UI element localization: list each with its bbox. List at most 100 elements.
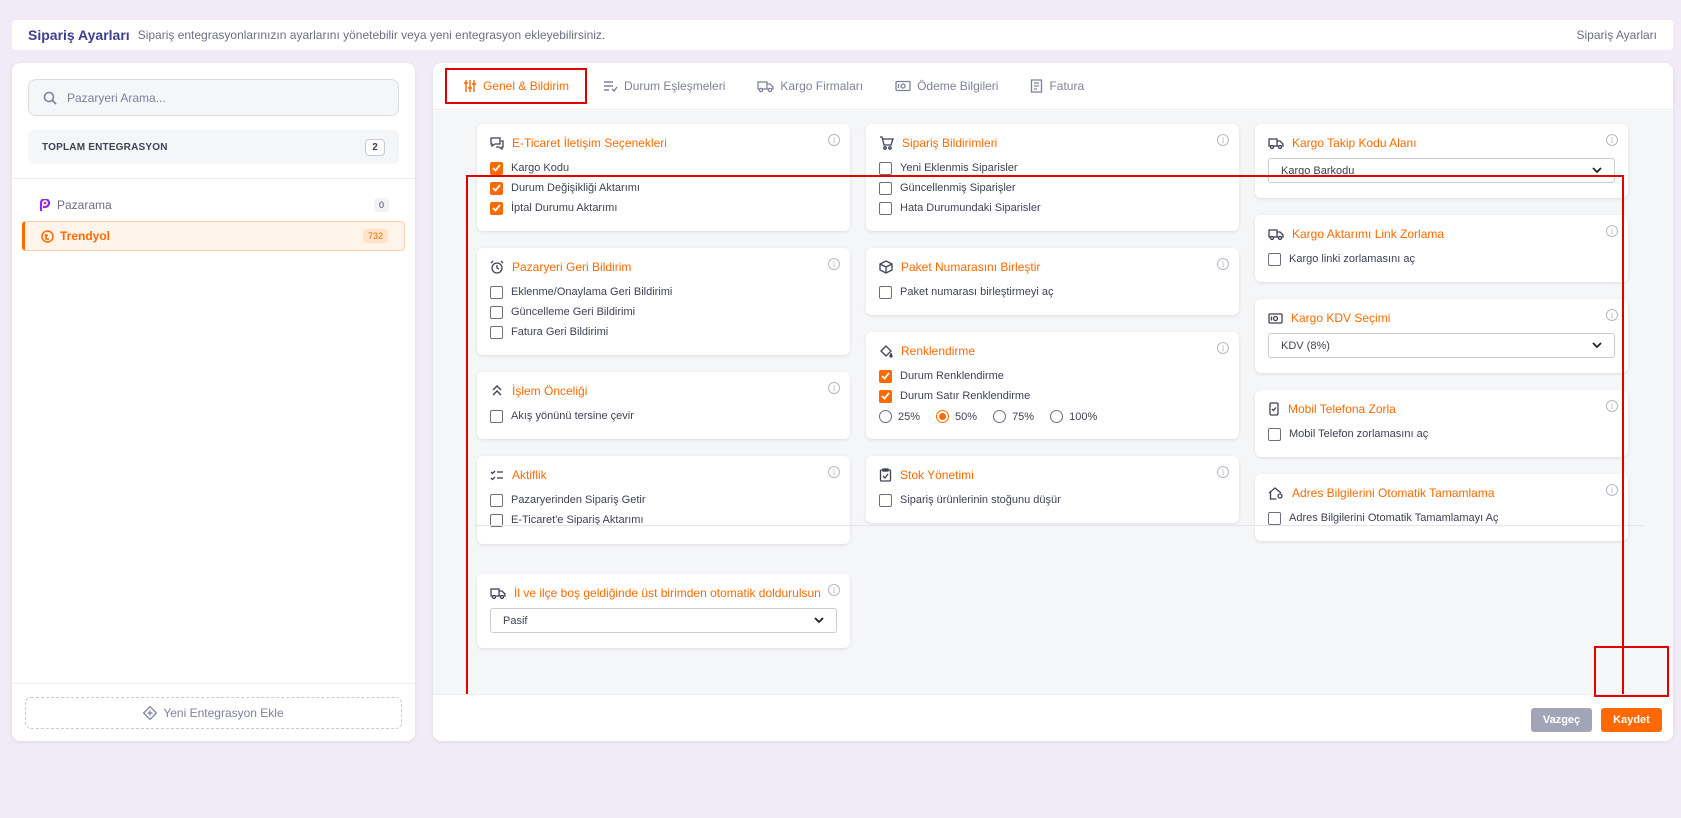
radio-checked[interactable] [936, 410, 950, 423]
checkbox-unchecked[interactable] [490, 493, 503, 507]
card-stok-yonetimi: i Stok Yönetimi Sipariş ürünlerinin stoğ… [866, 456, 1239, 523]
checkbox-checked[interactable] [879, 389, 892, 403]
checkbox-kargo-link[interactable]: Kargo linki zorlamasını aç [1268, 249, 1615, 269]
checkbox-unchecked[interactable] [1268, 511, 1281, 525]
page-title: Sipariş Ayarları [28, 27, 130, 43]
cancel-button[interactable]: Vazgeç [1531, 708, 1592, 732]
il-ilce-select[interactable]: Pasif [490, 608, 837, 633]
checkbox-checked[interactable] [879, 369, 892, 383]
card-kargo-link-zorlama: i Kargo Aktarımı Link Zorlama Kargo link… [1255, 215, 1628, 282]
opacity-radio-group: 25% 50% 75% 100% [879, 410, 1226, 423]
truck-icon [490, 587, 506, 599]
truck-icon [1268, 137, 1284, 149]
select-value: KDV (8%) [1281, 339, 1330, 352]
tab-kargo-firmalari[interactable]: Kargo Firmaları [741, 68, 879, 104]
info-icon[interactable]: i [828, 382, 840, 394]
checkbox-yeni-eklenmis[interactable]: Yeni Eklenmis Siparisler [879, 158, 1226, 178]
info-icon[interactable]: i [1217, 466, 1229, 478]
sidebar-item-trendyol[interactable]: Trendyol 732 [22, 221, 405, 251]
chevron-down-icon [814, 617, 824, 624]
radio-75[interactable]: 75% [993, 410, 1034, 423]
checkbox-guncellenmis[interactable]: Güncellenmiş Siparişler [879, 178, 1226, 198]
checkbox-unchecked[interactable] [490, 285, 503, 299]
sidebar-item-pazarama[interactable]: Pazarama 0 [22, 190, 405, 220]
checkbox-checked[interactable] [490, 161, 503, 175]
checkbox-unchecked[interactable] [879, 201, 892, 215]
footer-bar: Vazgeç Kaydet [433, 694, 1673, 741]
checkbox-kargo-kodu[interactable]: Kargo Kodu [490, 158, 837, 178]
checkbox-label: Fatura Geri Bildirimi [511, 326, 609, 338]
cart-icon [880, 136, 894, 150]
checkbox-unchecked[interactable] [490, 409, 503, 423]
checkbox-unchecked[interactable] [879, 493, 892, 507]
checkbox-akis-yonu[interactable]: Akış yönünü tersine çevir [490, 406, 837, 426]
item-count-badge: 0 [373, 198, 389, 212]
info-icon[interactable]: i [828, 584, 840, 596]
card-renklendirme: i Renklendirme Durum Renklendirme Durum … [866, 332, 1239, 439]
card-title: İşlem Önceliği [512, 384, 588, 398]
checkbox-unchecked[interactable] [490, 305, 503, 319]
info-icon[interactable]: i [1606, 309, 1618, 321]
card-title: Aktiflik [512, 468, 547, 482]
tab-genel-bildirim[interactable]: Genel & Bildirim [445, 68, 588, 104]
radio-unchecked[interactable] [879, 410, 892, 423]
kargo-takip-select[interactable]: Kargo Barkodu [1268, 158, 1615, 183]
checkbox-hata-durumundaki[interactable]: Hata Durumundaki Siparisler [879, 198, 1226, 218]
checkbox-unchecked[interactable] [1268, 427, 1281, 441]
tab-odeme-bilgileri[interactable]: Ödeme Bilgileri [879, 68, 1014, 104]
info-icon[interactable]: i [1606, 134, 1618, 146]
card-paket-numarasi: i Paket Numarasını Birleştir Paket numar… [866, 248, 1239, 315]
kargo-kdv-select[interactable]: KDV (8%) [1268, 333, 1615, 358]
card-title: Pazaryeri Geri Bildirim [512, 260, 632, 274]
checklist-icon [490, 470, 503, 480]
marketplace-search-input[interactable]: Pazaryeri Arama... [28, 79, 399, 116]
checkbox-fatura-geri[interactable]: Fatura Geri Bildirimi [490, 322, 837, 342]
info-icon[interactable]: i [828, 134, 840, 146]
info-icon[interactable]: i [828, 258, 840, 270]
alarm-clock-icon [490, 260, 504, 274]
checkbox-eticarete-siparis[interactable]: E-Ticaret'e Sipariş Aktarımı [490, 510, 837, 530]
checkbox-label: Mobil Telefon zorlamasını aç [1289, 428, 1429, 440]
radio-label: 25% [898, 410, 921, 423]
checkbox-label: Akış yönünü tersine çevir [511, 410, 634, 422]
info-icon[interactable]: i [1606, 484, 1618, 496]
checkbox-paket-birlestir[interactable]: Paket numarası birleştirmeyi aç [879, 282, 1226, 302]
checkbox-mobil-zorla[interactable]: Mobil Telefon zorlamasını aç [1268, 424, 1615, 444]
info-icon[interactable]: i [1217, 258, 1229, 270]
add-integration-button[interactable]: Yeni Entegrasyon Ekle [25, 697, 402, 729]
card-title: Adres Bilgilerini Otomatik Tamamlama [1292, 486, 1495, 500]
info-icon[interactable]: i [1217, 342, 1229, 354]
checkbox-checked[interactable] [490, 181, 503, 195]
checkbox-eklenme-onaylama[interactable]: Eklenme/Onaylama Geri Bildirimi [490, 282, 837, 302]
checkbox-iptal-durumu[interactable]: İptal Durumu Aktarımı [490, 198, 837, 218]
radio-100[interactable]: 100% [1050, 410, 1097, 423]
radio-25[interactable]: 25% [879, 410, 920, 423]
tab-durum-eslesmeleri[interactable]: Durum Eşleşmeleri [587, 68, 741, 104]
checkbox-guncelleme-geri[interactable]: Güncelleme Geri Bildirimi [490, 302, 837, 322]
checkbox-unchecked[interactable] [879, 181, 892, 195]
checkbox-unchecked[interactable] [879, 285, 892, 299]
checkbox-stok-dusur[interactable]: Sipariş ürünlerinin stoğunu düşür [879, 490, 1226, 510]
info-icon[interactable]: i [1217, 134, 1229, 146]
save-button[interactable]: Kaydet [1601, 708, 1662, 732]
card-islem-onceligi: i İşlem Önceliği Akış yönünü tersine çev… [477, 372, 850, 439]
checkbox-unchecked[interactable] [490, 325, 503, 339]
checkbox-durum-renklendirme[interactable]: Durum Renklendirme [879, 366, 1226, 386]
checkbox-pazaryerinden-siparis[interactable]: Pazaryerinden Sipariş Getir [490, 490, 837, 510]
info-icon[interactable]: i [828, 466, 840, 478]
checkbox-durum-degisikligi[interactable]: Durum Değişikliği Aktarımı [490, 178, 837, 198]
breadcrumb[interactable]: Sipariş Ayarları [1577, 28, 1657, 42]
info-icon[interactable]: i [1606, 225, 1618, 237]
tab-fatura[interactable]: Fatura [1014, 68, 1100, 104]
radio-unchecked[interactable] [1050, 410, 1064, 423]
radio-unchecked[interactable] [993, 410, 1007, 423]
checkbox-unchecked[interactable] [1268, 252, 1281, 266]
checkbox-unchecked[interactable] [879, 161, 892, 175]
radio-50[interactable]: 50% [936, 410, 977, 423]
info-icon[interactable]: i [1606, 400, 1618, 412]
checkbox-durum-satir[interactable]: Durum Satır Renklendirme [879, 386, 1226, 406]
card-adres-tamamlama: i Adres Bilgilerini Otomatik Tamamlama A… [1255, 474, 1628, 541]
checkbox-label: Adres Bilgilerini Otomatik Tamamlamayı A… [1289, 512, 1499, 524]
card-eticaret-iletisim: i E-Ticaret İletişim Seçenekleri Kargo K… [477, 124, 850, 231]
checkbox-checked[interactable] [490, 201, 503, 215]
